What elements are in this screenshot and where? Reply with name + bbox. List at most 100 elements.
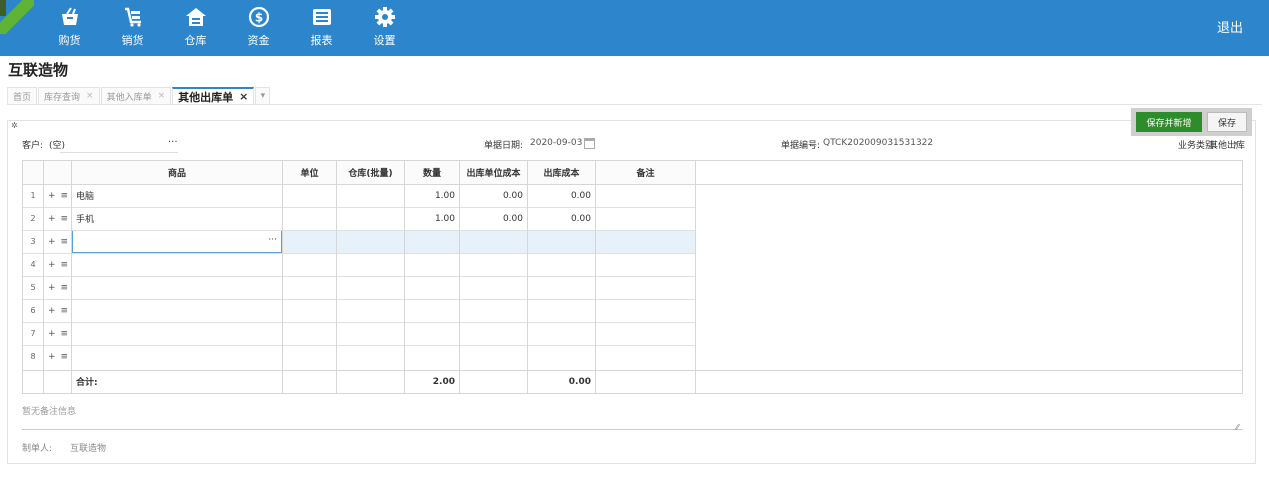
tab-other-outbound[interactable]: 其他出库单 ×	[172, 87, 255, 104]
resize-handle-icon[interactable]: ⁄⁄	[1236, 423, 1239, 432]
nav-reports[interactable]: 报表	[290, 0, 353, 56]
chevron-down-icon: ▾	[260, 91, 266, 101]
page-title: 互联造物	[8, 61, 69, 79]
grid-corner	[23, 161, 71, 184]
cart-icon	[122, 0, 144, 34]
divider	[695, 161, 696, 393]
delete-row-icon[interactable]: ≡	[61, 283, 69, 293]
customer-field: 客户: (空)	[22, 138, 65, 151]
svg-text:$: $	[254, 11, 262, 25]
cell-product[interactable]: 手机	[72, 207, 282, 230]
col-header-unit-cost: 出库单位成本	[460, 161, 527, 184]
maker-label: 制单人:	[22, 444, 53, 454]
small-gear-icon[interactable]: ✲	[11, 121, 18, 130]
delete-row-icon[interactable]: ≡	[61, 237, 69, 247]
cell-qty[interactable]: 1.00	[405, 184, 459, 207]
nav-purchase[interactable]: 购货	[38, 0, 101, 56]
row-number: 1	[30, 191, 36, 200]
nav-sales[interactable]: 销货	[101, 0, 164, 56]
logout-link[interactable]: 退出	[1217, 17, 1243, 36]
table-row[interactable]: 5 + ≡	[23, 276, 71, 299]
biz-type-select[interactable]: 其他出库	[1209, 138, 1245, 151]
tab-divider	[7, 104, 1262, 105]
customer-picker-button[interactable]: ···	[168, 137, 178, 148]
save-button[interactable]: 保存	[1207, 112, 1247, 132]
divider	[404, 161, 405, 393]
row-number: 3	[30, 237, 36, 246]
tab-stock-query[interactable]: 库存查询 ×	[38, 87, 100, 104]
note-textarea[interactable]: 暂无备注信息	[22, 404, 76, 417]
delete-row-icon[interactable]: ≡	[61, 306, 69, 316]
delete-row-icon[interactable]: ≡	[61, 191, 69, 201]
add-row-icon[interactable]: +	[48, 214, 56, 224]
basket-icon	[59, 0, 81, 34]
customer-underline	[60, 152, 178, 153]
add-row-icon[interactable]: +	[48, 352, 56, 362]
tab-other-inbound[interactable]: 其他入库单 ×	[100, 87, 172, 104]
cell-cost[interactable]: 0.00	[528, 207, 595, 230]
main-nav: 购货 销货 仓库 $ 资金 报表 设置	[38, 0, 416, 56]
date-input[interactable]: 2020-09-03	[530, 138, 582, 148]
corner-ribbon	[0, 0, 34, 34]
col-header-warehouse: 仓库(批量)	[337, 161, 404, 184]
col-header-product: 商品	[72, 161, 282, 184]
table-row[interactable]: 6 + ≡	[23, 299, 71, 322]
product-editor-input[interactable]: ···	[72, 230, 282, 253]
table-row[interactable]: 3 + ≡	[23, 230, 71, 253]
delete-row-icon[interactable]: ≡	[61, 214, 69, 224]
add-row-icon[interactable]: +	[48, 191, 56, 201]
row-number: 5	[30, 283, 36, 292]
cell-unit-cost[interactable]: 0.00	[460, 184, 527, 207]
divider	[459, 161, 460, 393]
divider	[336, 161, 337, 393]
close-icon[interactable]: ×	[86, 91, 94, 101]
chevron-down-icon[interactable]: ▾	[1234, 139, 1238, 148]
col-header-remark: 备注	[596, 161, 695, 184]
tab-home-label: 首页	[13, 92, 32, 103]
cell-cost[interactable]: 0.00	[528, 184, 595, 207]
col-header-unit: 单位	[283, 161, 336, 184]
tab-home[interactable]: 首页	[7, 87, 38, 104]
add-row-icon[interactable]: +	[48, 260, 56, 270]
nav-funds-label: 资金	[247, 34, 270, 47]
row-actions: + ≡	[45, 345, 71, 368]
customer-value[interactable]: (空)	[49, 138, 65, 151]
save-and-new-button[interactable]: 保存并新增	[1136, 112, 1202, 132]
nav-settings[interactable]: 设置	[353, 0, 416, 56]
row-actions: + ≡	[45, 253, 71, 276]
delete-row-icon[interactable]: ≡	[61, 260, 69, 270]
nav-warehouse[interactable]: 仓库	[164, 0, 227, 56]
date-label: 单据日期:	[484, 141, 524, 151]
cell-product[interactable]: 电脑	[72, 184, 282, 207]
row-actions: + ≡	[45, 230, 71, 253]
divider	[71, 161, 72, 393]
total-cost: 0.00	[568, 376, 591, 387]
delete-row-icon[interactable]: ≡	[61, 329, 69, 339]
delete-row-icon[interactable]: ≡	[61, 352, 69, 362]
row-number: 7	[30, 329, 36, 338]
customer-label: 客户:	[22, 141, 44, 151]
gear-icon	[374, 0, 396, 34]
table-row[interactable]: 7 + ≡	[23, 322, 71, 345]
note-underline	[22, 429, 1243, 430]
add-row-icon[interactable]: +	[48, 329, 56, 339]
add-row-icon[interactable]: +	[48, 306, 56, 316]
divider	[43, 161, 44, 393]
product-picker-button[interactable]: ···	[268, 235, 277, 245]
calendar-icon[interactable]	[584, 138, 595, 149]
warehouse-icon	[185, 0, 207, 34]
close-icon[interactable]: ×	[239, 90, 248, 103]
divider	[23, 184, 1242, 185]
nav-funds[interactable]: $ 资金	[227, 0, 290, 56]
add-row-icon[interactable]: +	[48, 283, 56, 293]
cell-unit-cost[interactable]: 0.00	[460, 207, 527, 230]
close-icon[interactable]: ×	[158, 91, 166, 101]
maker-info: 制单人: 互联造物	[22, 441, 106, 454]
add-row-icon[interactable]: +	[48, 237, 56, 247]
tab-more-dropdown[interactable]: ▾	[255, 87, 271, 104]
table-row[interactable]: 4 + ≡	[23, 253, 71, 276]
table-row[interactable]: 8 + ≡	[23, 345, 71, 368]
divider	[282, 161, 283, 393]
cell-qty[interactable]: 1.00	[405, 207, 459, 230]
nav-sales-label: 销货	[121, 34, 144, 47]
